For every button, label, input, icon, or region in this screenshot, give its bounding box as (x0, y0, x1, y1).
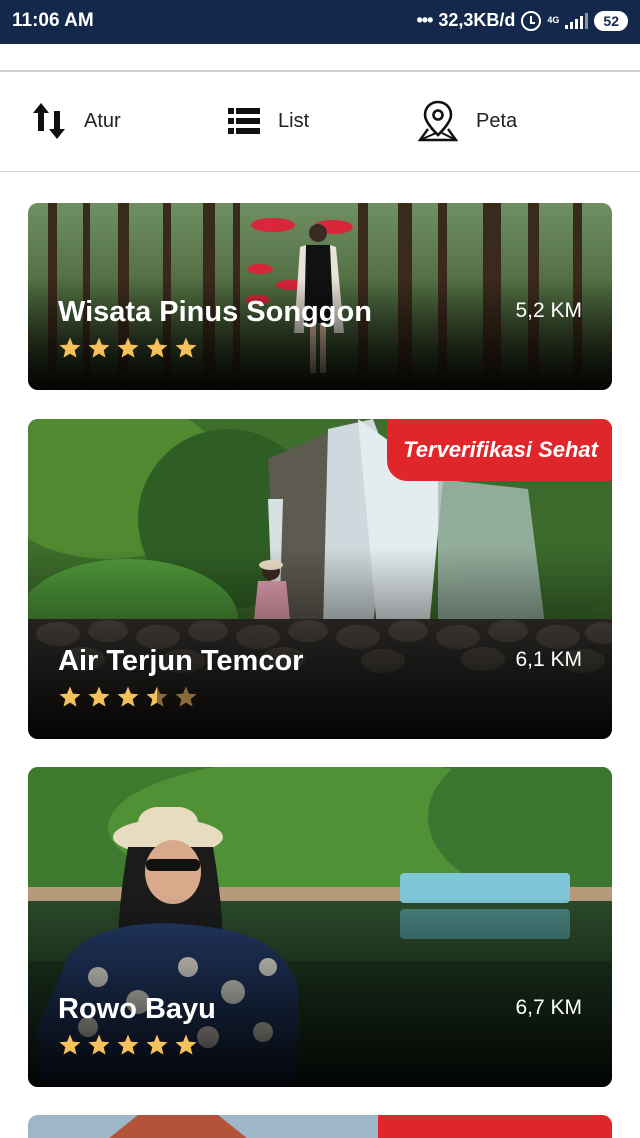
verified-health-badge: Terverifikasi Sehat (387, 419, 612, 481)
rating-stars (58, 1033, 198, 1057)
place-name: Rowo Bayu (58, 993, 216, 1025)
place-distance: 6,1 KM (515, 648, 582, 671)
star-filled-icon (117, 337, 139, 358)
place-card[interactable]: Terverifikasi Sehat Air Terjun Temcor 6,… (28, 419, 612, 739)
star-filled-icon (117, 1034, 139, 1055)
battery-icon: 52 (594, 10, 628, 31)
star-filled-icon (175, 337, 197, 358)
star-filled-icon (146, 337, 168, 358)
filter-toolbar: Atur List Peta (0, 74, 640, 172)
list-label: List (278, 109, 310, 132)
place-distance: 5,2 KM (515, 299, 582, 322)
notification-dots-icon: ••• (416, 10, 433, 30)
place-distance: 6,7 KM (515, 996, 582, 1019)
place-card-partial[interactable] (28, 1115, 612, 1138)
map-label: Peta (476, 109, 518, 132)
star-filled-icon (59, 686, 81, 707)
place-card[interactable]: Wisata Pinus Songgon 5,2 KM (28, 203, 612, 390)
rating-stars (58, 685, 198, 709)
star-filled-icon (88, 686, 110, 707)
place-name: Air Terjun Temcor (58, 645, 304, 677)
list-icon (228, 108, 260, 134)
map-view-button[interactable]: Peta (418, 98, 517, 144)
star-filled-icon (88, 1034, 110, 1055)
sort-button[interactable]: Atur (32, 98, 121, 144)
status-icons: ••• 32,3KB/d 4G 52 (416, 10, 628, 31)
star-filled-icon (88, 337, 110, 358)
star-half-icon (146, 686, 168, 707)
rating-stars (58, 336, 198, 360)
place-photo (28, 1115, 612, 1138)
star-filled-icon (175, 1034, 197, 1055)
star-empty-icon (175, 686, 197, 707)
status-bar: 11:06 AM ••• 32,3KB/d 4G 52 (0, 0, 640, 44)
network-type: 4G (547, 15, 560, 25)
list-view-button[interactable]: List (228, 98, 309, 144)
place-name: Wisata Pinus Songgon (58, 296, 372, 328)
alarm-icon (521, 10, 542, 31)
place-card[interactable]: Rowo Bayu 6,7 KM (28, 767, 612, 1087)
status-time: 11:06 AM (12, 10, 94, 31)
sort-label: Atur (84, 109, 121, 132)
signal-icon (565, 12, 589, 29)
star-filled-icon (59, 337, 81, 358)
sort-arrows-icon (33, 103, 65, 139)
app-bar (0, 44, 640, 72)
network-speed: 32,3KB/d (438, 10, 516, 30)
star-filled-icon (117, 686, 139, 707)
star-filled-icon (146, 1034, 168, 1055)
map-pin-icon (418, 100, 458, 142)
star-filled-icon (59, 1034, 81, 1055)
